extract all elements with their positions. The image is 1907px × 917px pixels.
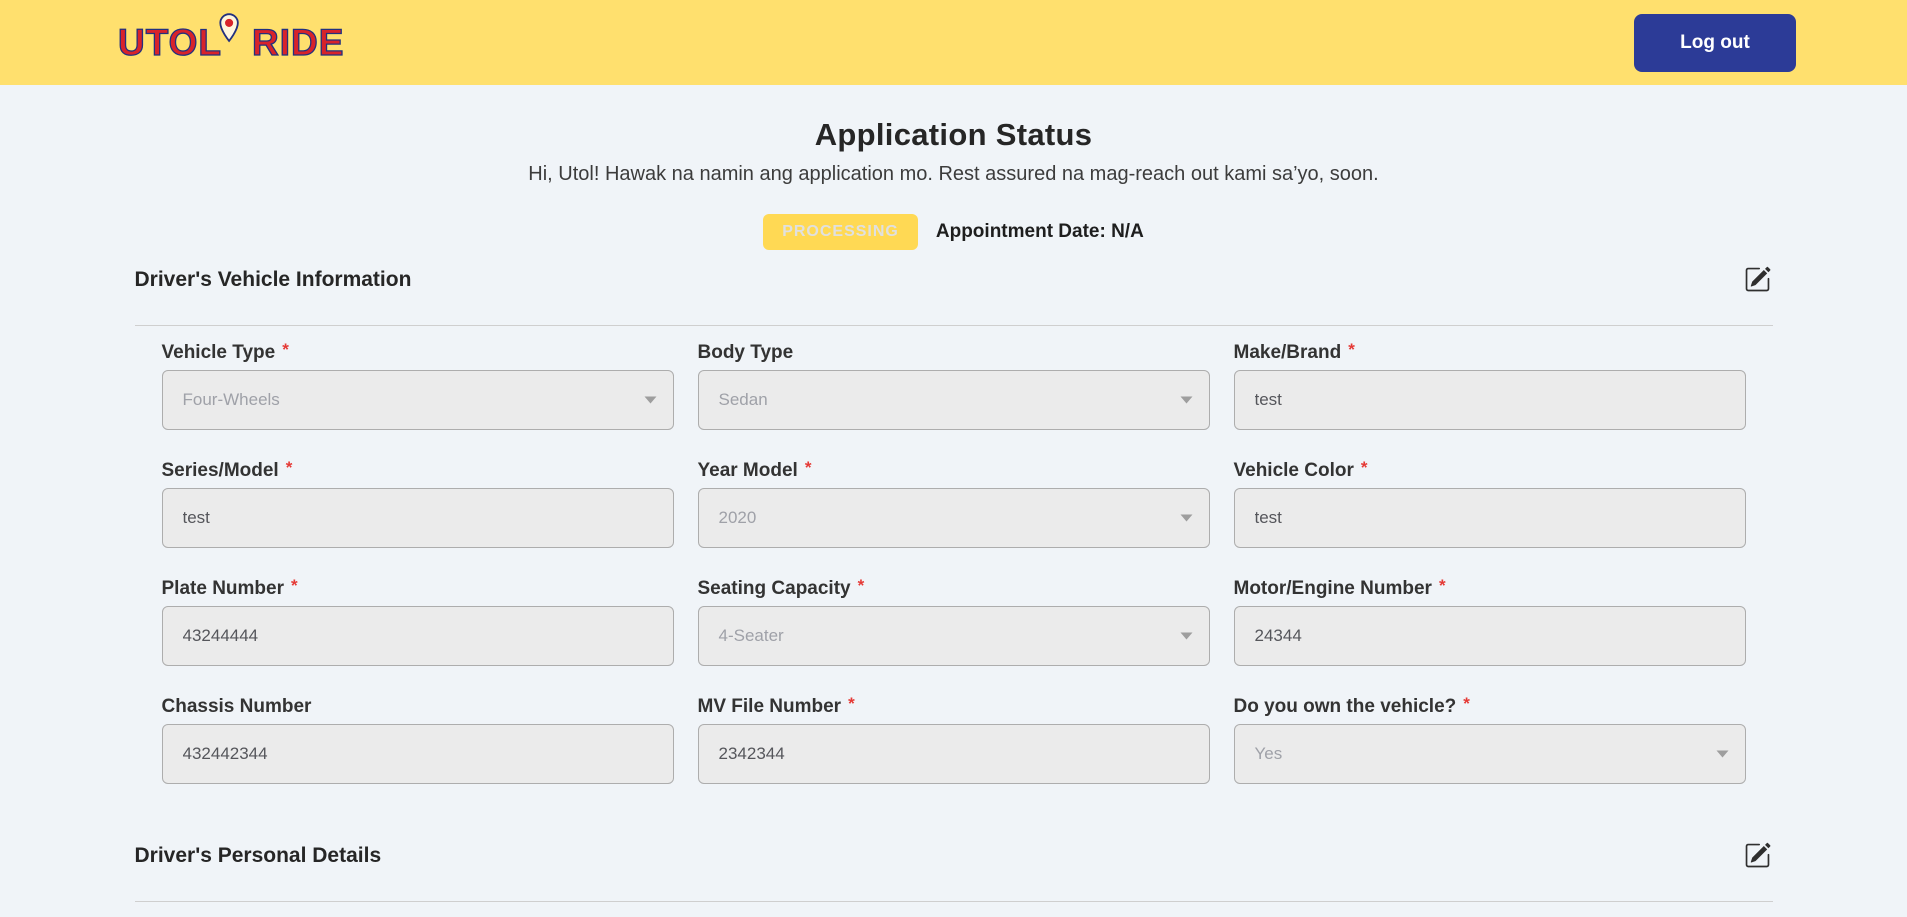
field-label: Motor/Engine Number* — [1234, 578, 1746, 600]
field-label: Seating Capacity* — [698, 578, 1210, 600]
field-label: MV File Number* — [698, 696, 1210, 718]
caret-down-icon — [644, 396, 657, 404]
own-vehicle-field: Do you own the vehicle?* Yes — [1234, 696, 1746, 784]
processing-status-badge: PROCESSING — [763, 214, 918, 250]
required-asterisk: * — [1439, 576, 1446, 595]
caret-down-icon — [1716, 750, 1729, 758]
field-label: Body Type — [698, 342, 1210, 364]
logo-word-utol: UTOL — [118, 22, 222, 64]
header: UTOL RIDE Log out — [0, 0, 1907, 85]
selected-value: Sedan — [719, 390, 768, 410]
caret-down-icon — [1180, 396, 1193, 404]
own-vehicle-select[interactable]: Yes — [1234, 724, 1746, 784]
vehicle-section-title: Driver's Vehicle Information — [135, 268, 412, 292]
section-divider — [135, 325, 1773, 326]
edit-vehicle-info-button[interactable] — [1742, 264, 1773, 295]
edit-pencil-icon — [1744, 857, 1771, 872]
mv-file-number-field: MV File Number* — [698, 696, 1210, 784]
plate-number-input[interactable] — [162, 606, 674, 666]
make-brand-input[interactable] — [1234, 370, 1746, 430]
status-row: PROCESSING Appointment Date: N/A — [0, 214, 1907, 250]
field-label: Vehicle Type* — [162, 342, 674, 364]
personal-details-section: Driver's Personal Details Last Name* — [135, 840, 1773, 917]
selected-value: Four-Wheels — [183, 390, 280, 410]
personal-section-title: Driver's Personal Details — [135, 844, 382, 868]
required-asterisk: * — [286, 458, 293, 477]
mv-file-number-input[interactable] — [698, 724, 1210, 784]
field-label: Plate Number* — [162, 578, 674, 600]
vehicle-form-grid: Vehicle Type* Four-Wheels Body Type Seda… — [135, 342, 1773, 814]
utol-ride-logo: UTOL RIDE — [118, 22, 344, 64]
vehicle-type-field: Vehicle Type* Four-Wheels — [162, 342, 674, 430]
status-subtitle: Hi, Utol! Hawak na namin ang application… — [0, 163, 1907, 186]
selected-value: 4-Seater — [719, 626, 784, 646]
section-divider — [135, 901, 1773, 902]
edit-personal-details-button[interactable] — [1742, 840, 1773, 871]
field-label: Make/Brand* — [1234, 342, 1746, 364]
required-asterisk: * — [1348, 340, 1355, 359]
selected-value: Yes — [1255, 744, 1283, 764]
edit-pencil-icon — [1744, 281, 1771, 296]
caret-down-icon — [1180, 514, 1193, 522]
required-asterisk: * — [282, 340, 289, 359]
vehicle-type-select[interactable]: Four-Wheels — [162, 370, 674, 430]
vehicle-information-section: Driver's Vehicle Information Vehicle Typ… — [135, 264, 1773, 814]
seating-capacity-field: Seating Capacity* 4-Seater — [698, 578, 1210, 666]
motor-engine-number-input[interactable] — [1234, 606, 1746, 666]
seating-capacity-select[interactable]: 4-Seater — [698, 606, 1210, 666]
year-model-field: Year Model* 2020 — [698, 460, 1210, 548]
body-type-field: Body Type Sedan — [698, 342, 1210, 430]
field-label: Chassis Number — [162, 696, 674, 718]
body-type-select[interactable]: Sedan — [698, 370, 1210, 430]
year-model-select[interactable]: 2020 — [698, 488, 1210, 548]
vehicle-color-input[interactable] — [1234, 488, 1746, 548]
chassis-number-input[interactable] — [162, 724, 674, 784]
field-label: Series/Model* — [162, 460, 674, 482]
required-asterisk: * — [1361, 458, 1368, 477]
appointment-date-text: Appointment Date: N/A — [936, 221, 1144, 243]
plate-number-field: Plate Number* — [162, 578, 674, 666]
required-asterisk: * — [858, 576, 865, 595]
field-label: Do you own the vehicle?* — [1234, 696, 1746, 718]
caret-down-icon — [1180, 632, 1193, 640]
required-asterisk: * — [848, 694, 855, 713]
selected-value: 2020 — [719, 508, 757, 528]
required-asterisk: * — [805, 458, 812, 477]
required-asterisk: * — [1463, 694, 1470, 713]
vehicle-color-field: Vehicle Color* — [1234, 460, 1746, 548]
main-content: Application Status Hi, Utol! Hawak na na… — [0, 117, 1907, 917]
series-model-field: Series/Model* — [162, 460, 674, 548]
required-asterisk: * — [291, 576, 298, 595]
location-pin-icon — [217, 10, 241, 52]
motor-engine-number-field: Motor/Engine Number* — [1234, 578, 1746, 666]
logo-word-ride: RIDE — [252, 22, 344, 64]
field-label: Vehicle Color* — [1234, 460, 1746, 482]
field-label: Year Model* — [698, 460, 1210, 482]
page-title: Application Status — [0, 117, 1907, 153]
chassis-number-field: Chassis Number — [162, 696, 674, 784]
logout-button[interactable]: Log out — [1634, 14, 1796, 72]
series-model-input[interactable] — [162, 488, 674, 548]
make-brand-field: Make/Brand* — [1234, 342, 1746, 430]
